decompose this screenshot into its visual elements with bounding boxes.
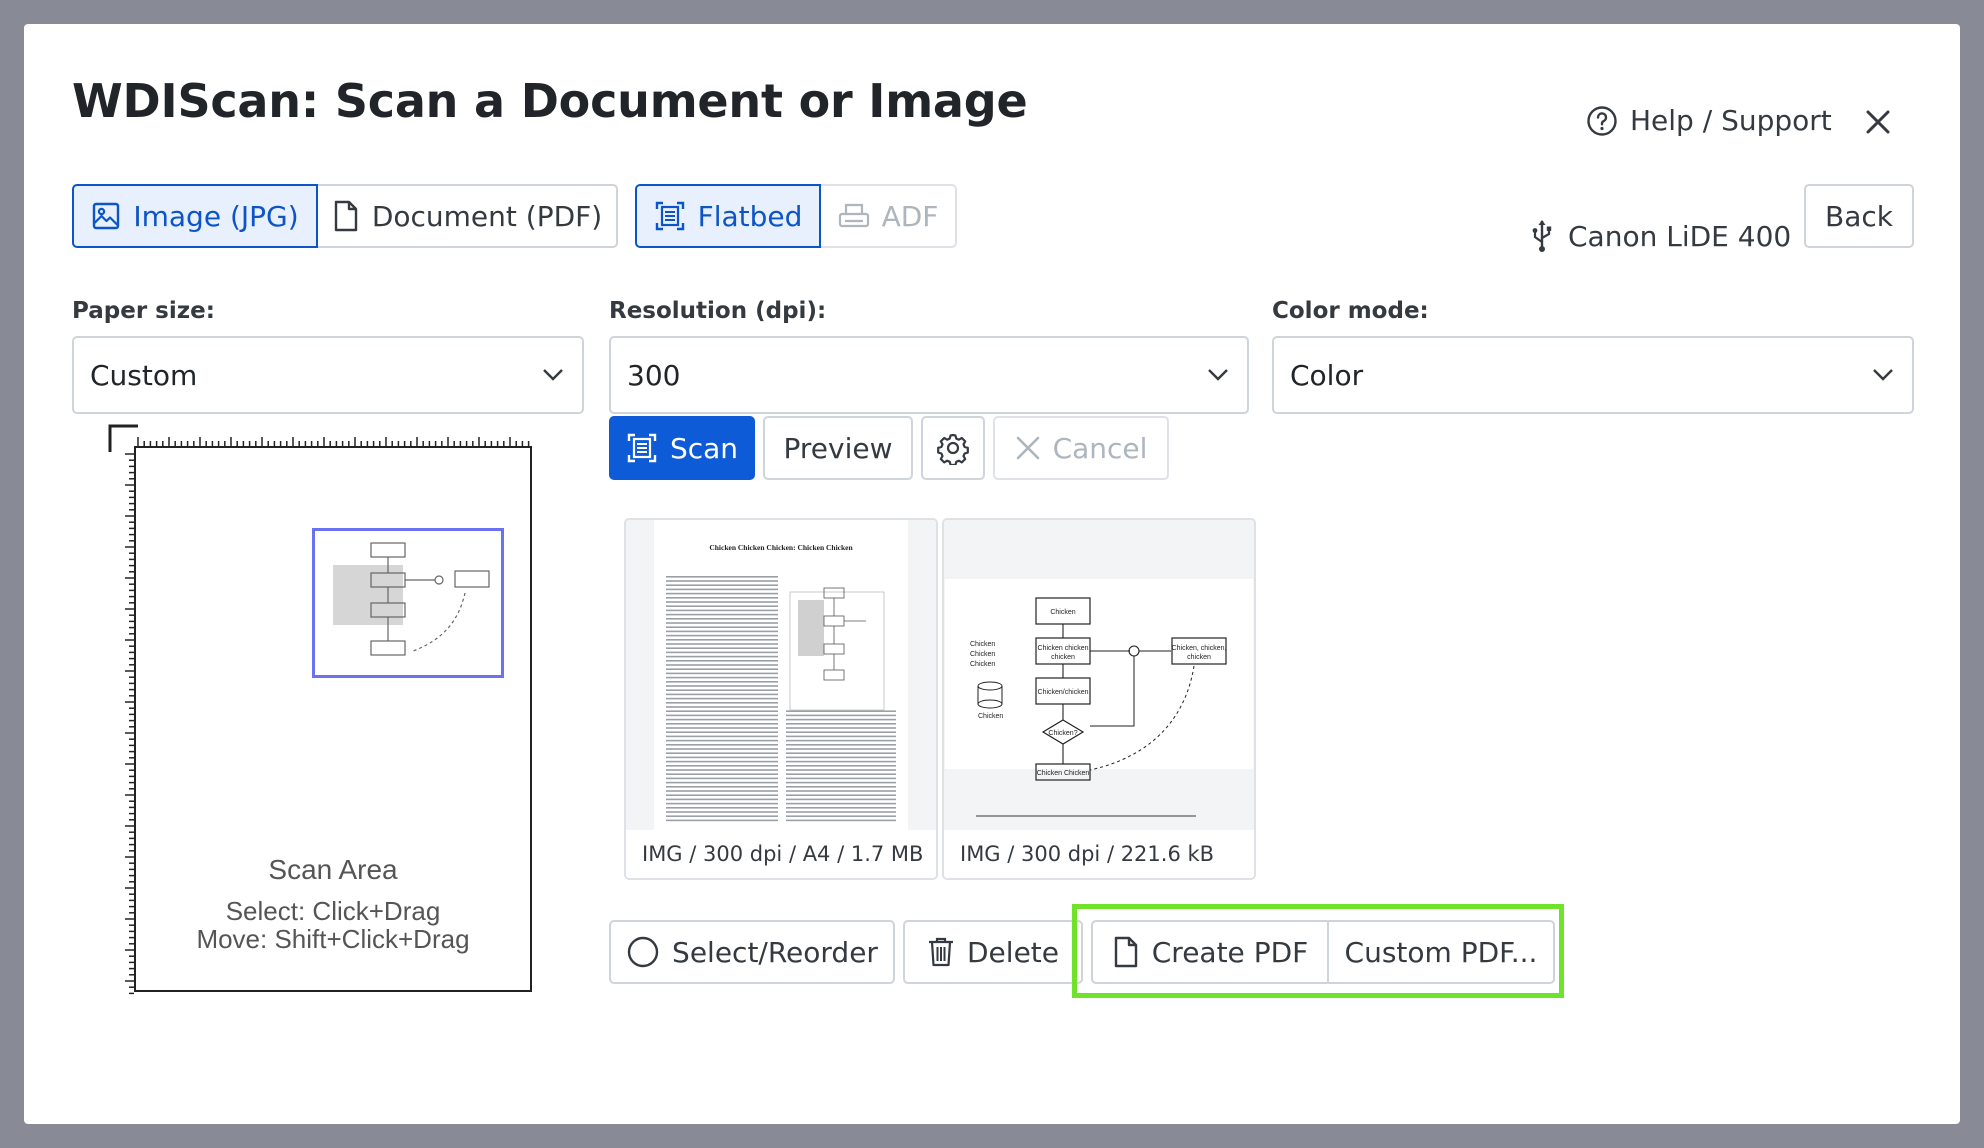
svg-text:Chicken?: Chicken? [1048,730,1077,737]
document-pdf-button[interactable]: Document (PDF) [316,184,618,248]
scan-label: Scan [669,431,739,465]
help-icon [1586,105,1618,137]
delete-button[interactable]: Delete [903,920,1083,984]
svg-text:Chicken: Chicken [970,661,995,668]
chevron-down-icon [1872,368,1894,382]
scan-thumbnail[interactable]: Chicken Chicken Chicken: Chicken Chicken… [624,518,938,880]
selection-thumbnail [333,542,490,656]
cancel-label: Cancel [1052,431,1148,465]
document-pdf-label: Document (PDF) [371,199,603,233]
settings-button[interactable] [921,416,985,480]
svg-text:Chicken Chicken: Chicken Chicken [1037,770,1090,777]
scan-area-title: Scan Area [268,854,398,885]
image-icon [91,201,121,231]
svg-text:Chicken: Chicken [970,641,995,648]
close-icon [1860,104,1896,140]
resolution-label: Resolution (dpi): [609,298,827,324]
create-pdf-label: Create PDF [1151,935,1309,969]
help-support-link[interactable]: Help / Support [1586,104,1832,137]
printer-icon [838,202,870,230]
paper-size-select[interactable]: Custom [72,336,584,414]
paper-size-value: Custom [90,358,198,392]
usb-icon [1530,218,1554,254]
color-mode-value: Color [1290,358,1364,392]
svg-text:Chicken: Chicken [970,651,995,658]
back-label: Back [1825,199,1893,233]
scan-dialog: WDIScan: Scan a Document or Image Help /… [24,24,1960,1124]
format-toggle: Image (JPG) Document (PDF) [72,184,618,248]
thumbnail-caption: IMG / 300 dpi / 221.6 kB [960,842,1215,866]
document-icon [1112,936,1140,968]
svg-text:chicken: chicken [1051,654,1075,661]
svg-text:Chicken: Chicken [1050,609,1075,616]
scan-area-hint-move: Move: Shift+Click+Drag [196,924,470,954]
resolution-value: 300 [627,358,681,392]
preview-label: Preview [783,431,893,465]
preview-button[interactable]: Preview [763,416,913,480]
chevron-down-icon [542,368,564,382]
svg-text:chicken: chicken [1187,654,1211,661]
trash-icon [927,936,955,968]
close-button[interactable] [1860,104,1896,140]
flatbed-icon [654,200,686,232]
thumbnail-doc-title: Chicken Chicken Chicken: Chicken Chicken [709,543,853,552]
adf-label: ADF [881,199,939,233]
gear-icon [936,431,970,465]
svg-text:Chicken chicken: Chicken chicken [1038,645,1089,652]
scan-area[interactable]: Scan Area Select: Click+Drag Move: Shift… [108,424,532,995]
color-mode-label: Color mode: [1272,298,1429,324]
adf-button[interactable]: ADF [819,184,957,248]
resolution-select[interactable]: 300 [609,336,1249,414]
flatbed-button[interactable]: Flatbed [635,184,821,248]
document-icon [332,200,360,232]
cancel-button[interactable]: Cancel [993,416,1169,480]
scan-area-hint-select: Select: Click+Drag [225,896,441,926]
help-support-label: Help / Support [1630,104,1832,137]
custom-pdf-label: Custom PDF... [1344,935,1538,969]
thumbnail-image: Chicken Chicken chicken chicken Chicken/… [944,520,1254,830]
scan-selection[interactable] [312,528,504,678]
flatbed-label: Flatbed [697,199,803,233]
chevron-down-icon [1207,368,1229,382]
image-jpg-button[interactable]: Image (JPG) [72,184,318,248]
color-mode-select[interactable]: Color [1272,336,1914,414]
dialog-title: WDIScan: Scan a Document or Image [72,74,1028,128]
delete-label: Delete [967,935,1059,969]
thumbnail-image: Chicken Chicken Chicken: Chicken Chicken [626,520,936,830]
close-icon [1015,435,1041,461]
source-toggle: Flatbed ADF [635,184,957,248]
paper-size-label: Paper size: [72,298,215,324]
svg-text:Chicken, chicken,: Chicken, chicken, [1172,645,1227,652]
pdf-actions-group: Create PDF Custom PDF... [1091,920,1555,984]
select-reorder-label: Select/Reorder [672,935,878,969]
thumbnail-caption: IMG / 300 dpi / A4 / 1.7 MB [642,842,924,866]
select-reorder-button[interactable]: Select/Reorder [609,920,895,984]
svg-text:Chicken: Chicken [978,713,1003,720]
image-jpg-label: Image (JPG) [133,199,299,233]
create-pdf-button[interactable]: Create PDF [1091,920,1329,984]
device-name: Canon LiDE 400 [1568,219,1792,253]
scan-thumbnail[interactable]: Chicken Chicken chicken chicken Chicken/… [942,518,1256,880]
circle-icon [626,935,660,969]
back-button[interactable]: Back [1804,184,1914,248]
svg-text:Chicken/chicken: Chicken/chicken [1038,689,1089,696]
scan-icon [626,432,658,464]
custom-pdf-button[interactable]: Custom PDF... [1327,920,1555,984]
scan-button[interactable]: Scan [609,416,755,480]
scanner-device: Canon LiDE 400 [1530,218,1791,254]
